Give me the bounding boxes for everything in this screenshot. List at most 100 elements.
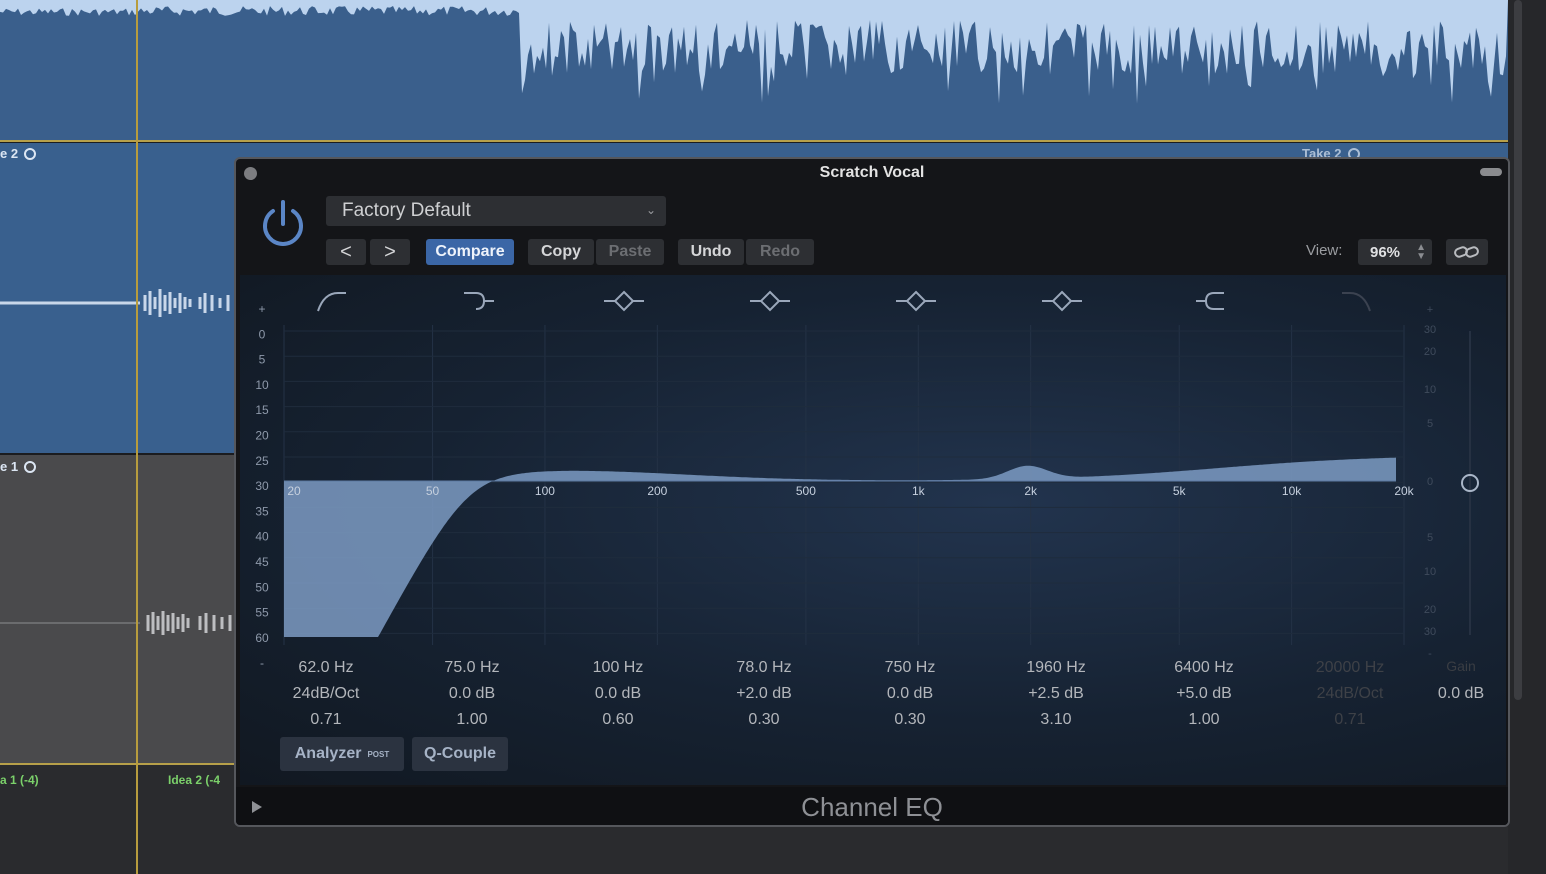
band-gain-value[interactable]: +5.0 dB: [1144, 681, 1264, 707]
band-8-params[interactable]: 20000 Hz 24dB/Oct 0.71: [1290, 655, 1410, 733]
band-q-value[interactable]: 1.00: [1144, 707, 1264, 733]
take-label-2[interactable]: e 2: [0, 146, 37, 161]
plugin-titlebar[interactable]: Scratch Vocal: [236, 159, 1508, 187]
link-button[interactable]: [1446, 239, 1488, 265]
collapse-button[interactable]: [1480, 168, 1502, 176]
db-scale-label: 45: [255, 555, 269, 569]
freq-label: 20: [287, 484, 301, 498]
waveform: [0, 0, 1508, 104]
band-gain-value[interactable]: +2.5 dB: [996, 681, 1116, 707]
compare-button[interactable]: Compare: [426, 239, 514, 265]
band-q-value[interactable]: 0.60: [558, 707, 678, 733]
preset-dropdown[interactable]: Factory Default ⌄: [326, 196, 666, 226]
band-freq-value[interactable]: 78.0 Hz: [704, 655, 824, 681]
close-button[interactable]: [244, 167, 257, 180]
band-freq-value[interactable]: 75.0 Hz: [412, 655, 532, 681]
band-gain-value[interactable]: 24dB/Oct: [266, 681, 386, 707]
take-ring-icon[interactable]: [24, 460, 37, 473]
band-freq-value[interactable]: 1960 Hz: [996, 655, 1116, 681]
preset-name: Factory Default: [342, 200, 471, 221]
bell-icon[interactable]: [604, 290, 644, 312]
link-icon: [1454, 246, 1479, 258]
band-gain-value[interactable]: 0.0 dB: [850, 681, 970, 707]
freq-label: 100: [535, 484, 555, 498]
db-scale-label: 60: [255, 631, 269, 645]
band-freq-value[interactable]: 20000 Hz: [1290, 655, 1410, 681]
band-q-value[interactable]: 3.10: [996, 707, 1116, 733]
view-zoom-select[interactable]: 96% ▲ ▼: [1358, 239, 1432, 265]
band-gain-value[interactable]: 0.0 dB: [558, 681, 678, 707]
gain-scale-label: 5: [1427, 418, 1433, 430]
plugin-name: Channel EQ: [801, 791, 943, 822]
q-couple-button[interactable]: Q-Couple: [412, 737, 508, 771]
view-label: View:: [1306, 242, 1343, 259]
band-q-value[interactable]: 0.71: [266, 707, 386, 733]
band-6-params[interactable]: 1960 Hz +2.5 dB 3.10: [996, 655, 1116, 733]
power-icon[interactable]: [256, 197, 310, 251]
band-q-value[interactable]: 1.00: [412, 707, 532, 733]
take-label-text: e 1: [0, 459, 19, 474]
stepper-icon: ▲ ▼: [1416, 242, 1426, 262]
band-freq-value[interactable]: 100 Hz: [558, 655, 678, 681]
band-gain-value[interactable]: +2.0 dB: [704, 681, 824, 707]
db-scale-label: 20: [255, 429, 269, 443]
gain-scale-label: 10: [1424, 384, 1436, 396]
low-shelf-icon[interactable]: [464, 292, 494, 310]
db-scale-label: 40: [255, 530, 269, 544]
take-ring-icon[interactable]: [24, 147, 37, 160]
freq-label: 1k: [912, 484, 926, 498]
band-5-params[interactable]: 750 Hz 0.0 dB 0.30: [850, 655, 970, 733]
band-freq-value[interactable]: 62.0 Hz: [266, 655, 386, 681]
prev-preset-button[interactable]: <: [326, 239, 366, 265]
channel-eq-plugin-window[interactable]: Scratch Vocal Factory Default ⌄ < > Comp…: [234, 157, 1510, 827]
region-label[interactable]: Idea 2 (-4: [168, 773, 220, 787]
gain-scale-label: 20: [1424, 346, 1436, 358]
eq-curve[interactable]: [284, 457, 1396, 637]
freq-label: 500: [796, 484, 816, 498]
band-1-params[interactable]: 62.0 Hz 24dB/Oct 0.71: [266, 655, 386, 733]
next-preset-button[interactable]: >: [370, 239, 410, 265]
freq-label: 5k: [1173, 484, 1187, 498]
db-scale-label: 30: [255, 479, 269, 493]
db-scale-label: +: [258, 302, 265, 316]
waveform-peaks: [0, 0, 1508, 104]
band-3-params[interactable]: 100 Hz 0.0 dB 0.60: [558, 655, 678, 733]
gain-value[interactable]: 0.0 dB: [1426, 680, 1496, 707]
copy-button[interactable]: Copy: [528, 239, 594, 265]
band-gain-value[interactable]: 0.0 dB: [412, 681, 532, 707]
playhead[interactable]: [136, 0, 138, 874]
db-scale-label: 35: [255, 504, 269, 518]
view-zoom-value: 96%: [1370, 243, 1401, 261]
low-cut-icon[interactable]: [317, 292, 346, 312]
expand-triangle-icon[interactable]: [252, 801, 262, 813]
bell-icon[interactable]: [896, 290, 936, 312]
db-scale-label: 25: [255, 454, 269, 468]
band-q-value[interactable]: 0.30: [850, 707, 970, 733]
analyzer-button[interactable]: Analyzer POST: [280, 737, 404, 771]
band-q-value[interactable]: 0.30: [704, 707, 824, 733]
audio-track-top[interactable]: [0, 0, 1508, 140]
region-label[interactable]: a 1 (-4): [0, 773, 39, 787]
chevron-down-icon: ⌄: [645, 203, 656, 217]
band-freq-value[interactable]: 6400 Hz: [1144, 655, 1264, 681]
take-label-1[interactable]: e 1: [0, 459, 37, 474]
band-freq-value[interactable]: 750 Hz: [850, 655, 970, 681]
paste-button[interactable]: Paste: [596, 239, 664, 265]
db-scale-label: -: [260, 656, 264, 670]
band-q-value[interactable]: 0.71: [1290, 707, 1410, 733]
gain-scale-label: 30: [1424, 626, 1436, 638]
band-2-params[interactable]: 75.0 Hz 0.0 dB 1.00: [412, 655, 532, 733]
db-scale-label: 0: [259, 327, 266, 341]
band-gain-value[interactable]: 24dB/Oct: [1290, 681, 1410, 707]
master-gain[interactable]: Gain 0.0 dB: [1426, 653, 1496, 707]
high-cut-icon[interactable]: [1342, 292, 1371, 312]
band-7-params[interactable]: 6400 Hz +5.0 dB 1.00: [1144, 655, 1264, 733]
db-scale-label: 10: [255, 378, 269, 392]
bell-icon[interactable]: [1042, 290, 1082, 312]
undo-button[interactable]: Undo: [678, 239, 744, 265]
bell-icon[interactable]: [750, 290, 790, 312]
redo-button[interactable]: Redo: [746, 239, 814, 265]
high-shelf-icon[interactable]: [1196, 292, 1224, 310]
band-4-params[interactable]: 78.0 Hz +2.0 dB 0.30: [704, 655, 824, 733]
vertical-scrollbar[interactable]: [1508, 0, 1546, 874]
